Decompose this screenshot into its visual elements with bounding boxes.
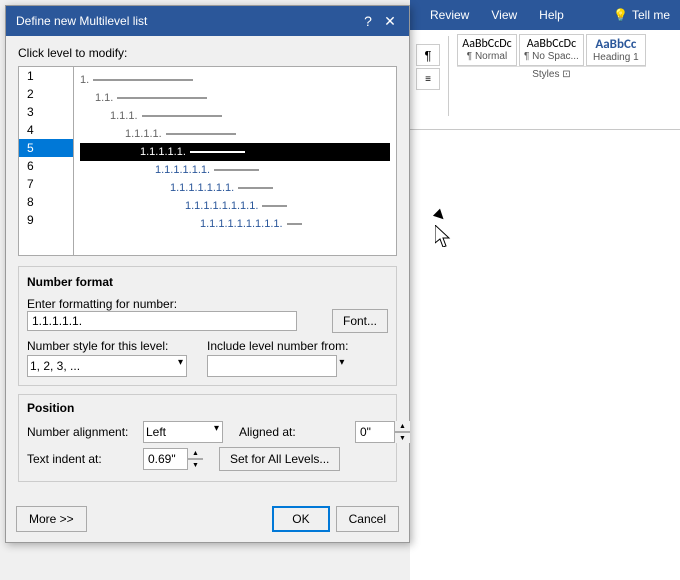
position-section: Position Number alignment: Left Aligned … xyxy=(18,394,397,482)
level-number-row: Number style for this level: 1, 2, 3, ..… xyxy=(27,339,388,377)
styles-divider: Styles ⊡ xyxy=(457,66,646,82)
ribbon-area: Review View Help 💡 Tell me ¶ ≡ AaBbCcDc … xyxy=(410,0,680,580)
preview-row-7: 1.1.1.1.1.1.1. xyxy=(80,179,390,197)
number-style-wrapper: 1, 2, 3, ... xyxy=(27,355,187,377)
format-input[interactable] xyxy=(27,311,297,331)
preview-row-4: 1.1.1.1. xyxy=(80,125,390,143)
tab-review[interactable]: Review xyxy=(420,4,479,26)
format-col: Enter formatting for number: xyxy=(27,297,326,331)
para-area: ¶ ≡ xyxy=(416,34,440,90)
ribbon-divider xyxy=(448,36,449,116)
number-style-col: Number style for this level: 1, 2, 3, ..… xyxy=(27,339,187,377)
align-left-btn[interactable]: ≡ xyxy=(416,68,440,90)
para-mark-btn[interactable]: ¶ xyxy=(416,44,440,66)
preview-row-5: 1.1.1.1.1. xyxy=(80,143,390,161)
ok-button[interactable]: OK xyxy=(272,506,329,532)
number-alignment-select[interactable]: Left xyxy=(143,421,223,443)
help-button[interactable]: ? xyxy=(359,12,377,30)
titlebar-buttons: ? ✕ xyxy=(359,12,399,30)
style-heading1-name: Heading 1 xyxy=(591,52,641,63)
enter-format-label: Enter formatting for number: xyxy=(27,297,326,311)
tell-me-label[interactable]: Tell me xyxy=(632,8,670,22)
format-row: Enter formatting for number: Font... xyxy=(27,295,388,333)
ribbon-body: ¶ ≡ AaBbCcDc ¶ Normal AaBbCcDc ¶ No Spac… xyxy=(410,30,680,130)
styles-expand-icon[interactable]: ⊡ xyxy=(562,69,570,80)
number-style-select[interactable]: 1, 2, 3, ... xyxy=(27,355,187,377)
aligned-at-down[interactable]: ▼ xyxy=(395,432,410,443)
preview-row-3: 1.1.1. xyxy=(80,107,390,125)
level-item-8[interactable]: 8 xyxy=(19,193,73,211)
preview-row-2: 1.1. xyxy=(80,89,390,107)
level-item-7[interactable]: 7 xyxy=(19,175,73,193)
style-no-spacing-name: ¶ No Spac... xyxy=(524,51,579,62)
cancel-button[interactable]: Cancel xyxy=(336,506,399,532)
level-item-9[interactable]: 9 xyxy=(19,211,73,229)
level-item-5[interactable]: 5 xyxy=(19,139,73,157)
level-item-2[interactable]: 2 xyxy=(19,85,73,103)
include-level-select[interactable] xyxy=(207,355,337,377)
set-for-all-levels-button[interactable]: Set for All Levels... xyxy=(219,447,340,471)
number-format-section: Number format Enter formatting for numbe… xyxy=(18,266,397,386)
font-button[interactable]: Font... xyxy=(332,309,388,333)
aligned-at-label: Aligned at: xyxy=(239,425,349,439)
level-list: 1 2 3 4 5 6 7 8 9 xyxy=(19,67,74,255)
include-level-label: Include level number from: xyxy=(207,339,348,353)
tell-me-icon: 💡 xyxy=(613,8,628,22)
styles-section: AaBbCcDc ¶ Normal AaBbCcDc ¶ No Spac... … xyxy=(457,34,646,82)
aligned-at-up[interactable]: ▲ xyxy=(395,421,410,432)
style-heading1[interactable]: AaBbCc Heading 1 xyxy=(586,34,646,66)
preview-row-6: 1.1.1.1.1.1. xyxy=(80,161,390,179)
level-item-6[interactable]: 6 xyxy=(19,157,73,175)
level-list-container: 1 2 3 4 5 6 7 8 9 1. 1.1. 1.1.1. xyxy=(18,66,397,256)
position-title: Position xyxy=(27,401,388,415)
style-normal[interactable]: AaBbCcDc ¶ Normal xyxy=(457,34,517,66)
dialog-footer: More >> OK Cancel xyxy=(6,500,409,542)
style-items: AaBbCcDc ¶ Normal AaBbCcDc ¶ No Spac... … xyxy=(457,34,646,66)
text-indent-label: Text indent at: xyxy=(27,452,137,466)
dialog-body: Click level to modify: 1 2 3 4 5 6 7 8 9… xyxy=(6,36,409,500)
dialog-title: Define new Multilevel list xyxy=(16,14,147,28)
close-button[interactable]: ✕ xyxy=(381,12,399,30)
tell-me-area: 💡 Tell me xyxy=(613,8,670,22)
aligned-at-spinner: ▲ ▼ xyxy=(355,421,410,443)
level-item-4[interactable]: 4 xyxy=(19,121,73,139)
number-alignment-wrapper: Left xyxy=(143,421,223,443)
text-indent-up[interactable]: ▲ xyxy=(188,448,203,459)
text-indent-down[interactable]: ▼ xyxy=(188,459,203,470)
text-indent-spinner-btns: ▲ ▼ xyxy=(187,448,203,470)
number-style-label: Number style for this level: xyxy=(27,339,187,353)
dialog-titlebar: Define new Multilevel list ? ✕ xyxy=(6,6,409,36)
preview-row-1: 1. xyxy=(80,71,390,89)
include-level-wrapper xyxy=(207,355,348,377)
alignment-row: Number alignment: Left Aligned at: ▲ ▼ xyxy=(27,421,388,443)
dialog: Define new Multilevel list ? ✕ Click lev… xyxy=(5,5,410,543)
more-button[interactable]: More >> xyxy=(16,506,87,532)
aligned-at-spinner-btns: ▲ ▼ xyxy=(394,421,410,443)
preview-row-8: 1.1.1.1.1.1.1.1. xyxy=(80,197,390,215)
preview-row-9: 1.1.1.1.1.1.1.1.1. xyxy=(80,215,390,233)
level-preview: 1. 1.1. 1.1.1. 1.1.1.1. 1.1.1.1.1. 1.1.1… xyxy=(74,67,396,255)
include-level-col: Include level number from: xyxy=(207,339,348,377)
styles-label: Styles xyxy=(532,69,559,80)
number-format-title: Number format xyxy=(27,275,388,289)
text-indent-spinner: ▲ ▼ xyxy=(143,448,203,470)
text-indent-row: Text indent at: ▲ ▼ Set for All Levels..… xyxy=(27,447,388,471)
click-level-label: Click level to modify: xyxy=(18,46,397,60)
level-item-1[interactable]: 1 xyxy=(19,67,73,85)
tab-view[interactable]: View xyxy=(481,4,527,26)
style-no-spacing[interactable]: AaBbCcDc ¶ No Spac... xyxy=(519,34,584,66)
level-item-3[interactable]: 3 xyxy=(19,103,73,121)
number-alignment-label: Number alignment: xyxy=(27,425,137,439)
style-normal-name: ¶ Normal xyxy=(462,51,512,62)
ribbon-tabs: Review View Help 💡 Tell me xyxy=(410,0,680,30)
tab-help[interactable]: Help xyxy=(529,4,574,26)
